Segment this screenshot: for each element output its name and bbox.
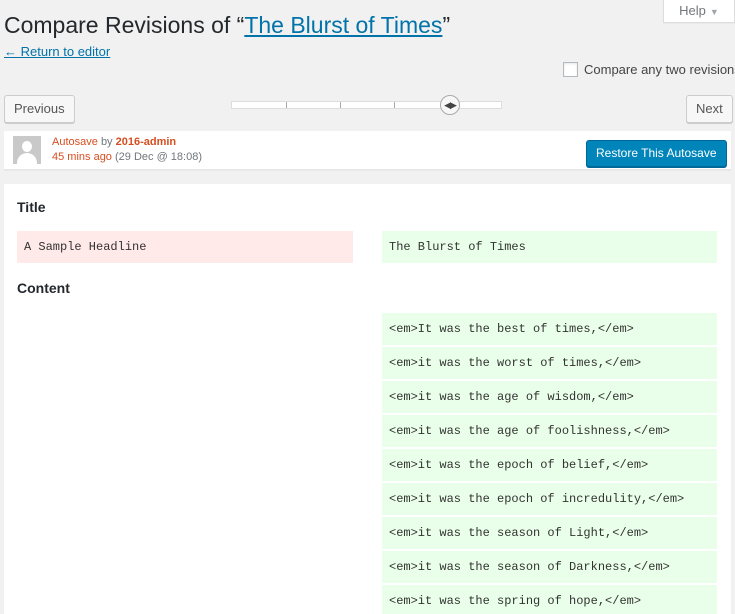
- revision-date: (29 Dec @ 18:08): [115, 151, 202, 163]
- revision-slider[interactable]: [231, 101, 502, 109]
- title-suffix: ”: [442, 12, 451, 38]
- content-new-line: <em>it was the season of Light,</em>: [382, 517, 717, 549]
- content-new-line: <em>it was the epoch of incredulity,</em…: [382, 483, 717, 515]
- caret-down-icon: ▼: [709, 7, 719, 17]
- page-title: Compare Revisions of “The Blurst of Time…: [4, 12, 450, 39]
- revision-author-line: Autosave by 2016-admin: [52, 136, 176, 148]
- slider-tick: [340, 102, 341, 108]
- title-prefix: Compare Revisions of “: [4, 12, 245, 38]
- revision-meta: Autosave by 2016-admin 45 mins ago (29 D…: [4, 131, 731, 170]
- content-new-line: <em>it was the age of foolishness,</em>: [382, 415, 717, 447]
- previous-button[interactable]: Previous: [4, 95, 75, 123]
- slider-tick: [394, 102, 395, 108]
- slider-tick: [286, 102, 287, 108]
- title-heading: Title: [17, 199, 46, 215]
- content-new-line: <em>it was the age of wisdom,</em>: [382, 381, 717, 413]
- avatar-head: [22, 141, 32, 152]
- diff-panel: Title A Sample Headline The Blurst of Ti…: [4, 184, 731, 614]
- help-label: Help: [679, 3, 706, 18]
- avatar: [13, 136, 41, 164]
- content-new-line: <em>it was the epoch of belief,</em>: [382, 449, 717, 481]
- author-name: 2016-admin: [115, 136, 177, 148]
- by-label: by: [100, 136, 113, 148]
- content-new-line: <em>it was the season of Darkness,</em>: [382, 551, 717, 583]
- content-new-line: <em>it was the spring of hope,</em>: [382, 585, 717, 614]
- content-diff: <em>It was the best of times,</em> <em>i…: [4, 313, 731, 614]
- content-new-line: <em>It was the best of times,</em>: [382, 313, 717, 345]
- post-title-link[interactable]: The Blurst of Times: [244, 12, 442, 38]
- title-old-value: A Sample Headline: [17, 231, 353, 263]
- compare-two-label: Compare any two revisions: [584, 62, 735, 77]
- restore-autosave-button[interactable]: Restore This Autosave: [586, 140, 727, 167]
- compare-two-checkbox[interactable]: [563, 62, 578, 77]
- content-new-line: <em>it was the worst of times,</em>: [382, 347, 717, 379]
- compare-two-toggle[interactable]: Compare any two revisions: [563, 62, 735, 77]
- return-to-editor-link[interactable]: ← Return to editor: [4, 44, 110, 59]
- next-button[interactable]: Next: [686, 95, 733, 123]
- avatar-body: [17, 153, 37, 164]
- slider-handle-icon[interactable]: ◀▶: [440, 95, 460, 115]
- help-tab-button[interactable]: Help ▼: [663, 0, 735, 23]
- revision-time-line: 45 mins ago (29 Dec @ 18:08): [52, 151, 202, 163]
- content-heading: Content: [17, 280, 70, 296]
- autosave-label: Autosave: [52, 136, 98, 148]
- time-ago: 45 mins ago: [52, 151, 112, 163]
- title-new-value: The Blurst of Times: [382, 231, 717, 263]
